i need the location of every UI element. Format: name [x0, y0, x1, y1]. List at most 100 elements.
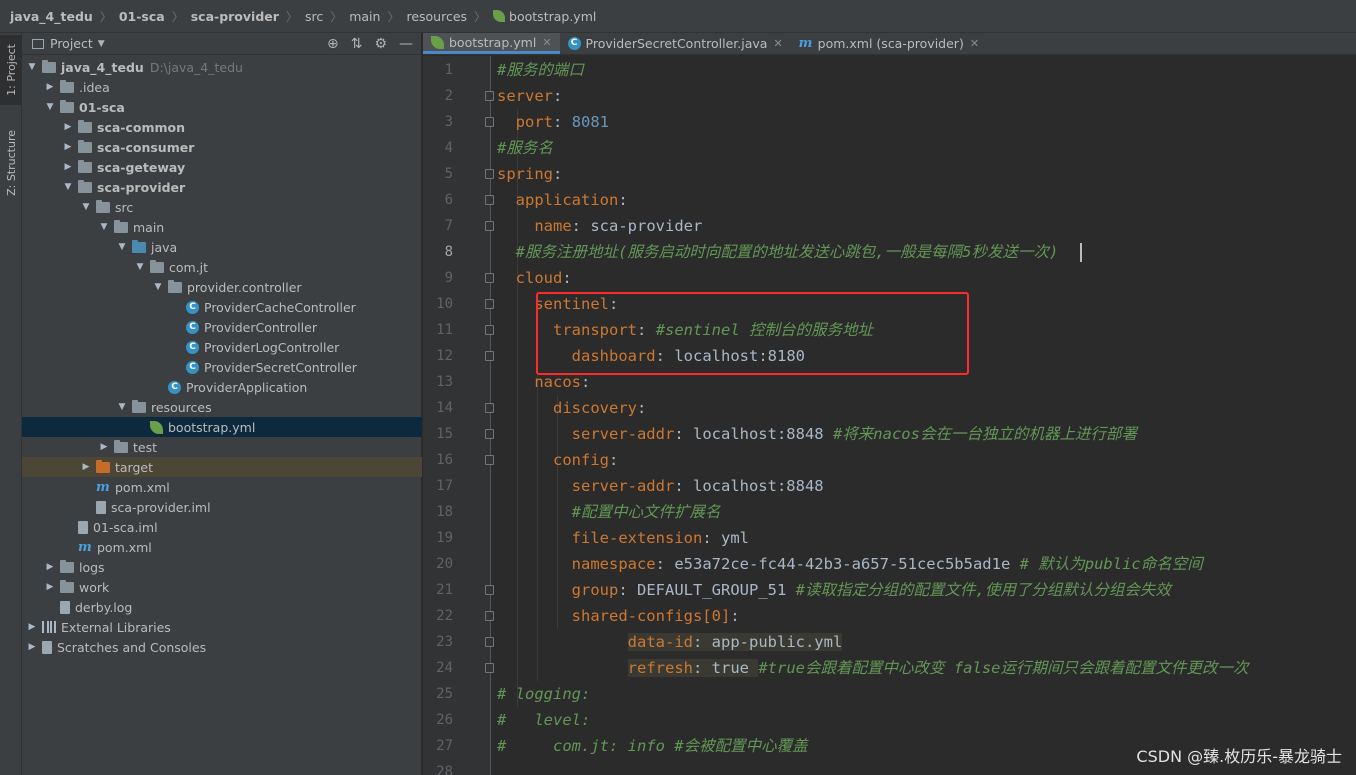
collapse-arrow-icon[interactable]: ▶: [62, 122, 74, 132]
locate-icon[interactable]: ⊕: [327, 36, 339, 52]
tree-row[interactable]: 01-sca.iml: [22, 517, 422, 537]
line-number: 8: [444, 244, 453, 260]
collapse-arrow-icon[interactable]: ▶: [62, 162, 74, 172]
fold-marker-icon[interactable]: [485, 117, 494, 127]
expand-arrow-icon[interactable]: ▼: [62, 182, 74, 192]
gear-icon[interactable]: ⚙: [374, 36, 387, 52]
tree-row[interactable]: ▼ src: [22, 197, 422, 217]
fold-marker-icon[interactable]: [485, 611, 494, 621]
tree-row[interactable]: m pom.xml: [22, 537, 422, 557]
structure-tool-tab[interactable]: Z: Structure: [0, 121, 22, 205]
close-icon[interactable]: ✕: [970, 37, 979, 50]
class-icon: C: [186, 320, 199, 334]
minimize-icon[interactable]: —: [399, 36, 413, 52]
tree-row[interactable]: ▶ test: [22, 437, 422, 457]
tree-item-label: sca-consumer: [97, 139, 195, 155]
fold-marker-icon[interactable]: [485, 195, 494, 205]
tree-row[interactable]: m pom.xml: [22, 477, 422, 497]
tree-row[interactable]: C ProviderController: [22, 317, 422, 337]
line-number: 10: [436, 296, 453, 312]
breadcrumb-label: main: [349, 8, 381, 24]
tree-row[interactable]: ▼ 01-sca: [22, 97, 422, 117]
breadcrumb-item[interactable]: 01-sca: [119, 9, 165, 24]
editor-tab[interactable]: bootstrap.yml ✕: [423, 33, 560, 54]
collapse-arrow-icon[interactable]: ▶: [44, 562, 56, 572]
tree-row[interactable]: ▶ sca-common: [22, 117, 422, 137]
tree-row[interactable]: ▼ java: [22, 237, 422, 257]
tree-item-label: java_4_tedu: [61, 59, 144, 75]
text-caret: [1080, 243, 1082, 262]
fold-marker-icon[interactable]: [485, 325, 494, 335]
module-folder-icon: [78, 119, 92, 133]
project-panel-title[interactable]: Project: [50, 36, 93, 51]
breadcrumb-item[interactable]: bootstrap.yml: [493, 9, 596, 24]
collapse-arrow-icon[interactable]: ▶: [26, 622, 38, 632]
tree-row[interactable]: ▶ sca-consumer: [22, 137, 422, 157]
expand-arrow-icon[interactable]: ▼: [116, 402, 128, 412]
tree-row[interactable]: ▼ java_4_tedu D:\java_4_tedu: [22, 57, 422, 77]
fold-marker-icon[interactable]: [485, 637, 494, 647]
fold-marker-icon[interactable]: [485, 585, 494, 595]
breadcrumb-label: bootstrap.yml: [509, 8, 597, 24]
breadcrumb-item[interactable]: java_4_tedu: [10, 9, 93, 24]
collapse-all-icon[interactable]: ⇅: [351, 36, 363, 52]
tree-row[interactable]: ▼ com.jt: [22, 257, 422, 277]
tree-row[interactable]: ▶ target: [22, 457, 422, 477]
expand-arrow-icon[interactable]: ▼: [44, 102, 56, 112]
tree-row[interactable]: ▶ .idea: [22, 77, 422, 97]
line-number: 7: [444, 218, 453, 234]
scratches-icon: [42, 640, 52, 654]
tree-row[interactable]: bootstrap.yml: [22, 417, 422, 437]
expand-arrow-icon[interactable]: ▼: [98, 222, 110, 232]
tree-row[interactable]: ▼ sca-provider: [22, 177, 422, 197]
tree-row[interactable]: C ProviderCacheController: [22, 297, 422, 317]
collapse-arrow-icon[interactable]: ▶: [98, 442, 110, 452]
collapse-arrow-icon[interactable]: ▶: [80, 462, 92, 472]
tree-item-label: sca-provider: [97, 179, 186, 195]
expand-arrow-icon[interactable]: ▼: [116, 242, 128, 252]
breadcrumb-item[interactable]: main: [349, 9, 380, 24]
breadcrumb-item[interactable]: resources: [406, 9, 467, 24]
fold-marker-icon[interactable]: [485, 429, 494, 439]
expand-arrow-icon[interactable]: ▼: [152, 282, 164, 292]
collapse-arrow-icon[interactable]: ▶: [44, 582, 56, 592]
fold-marker-icon[interactable]: [485, 663, 494, 673]
tree-row[interactable]: ▶ External Libraries: [22, 617, 422, 637]
fold-marker-icon[interactable]: [485, 455, 494, 465]
tree-row[interactable]: ▼ main: [22, 217, 422, 237]
collapse-arrow-icon[interactable]: ▶: [62, 142, 74, 152]
tree-row[interactable]: C ProviderSecretController: [22, 357, 422, 377]
collapse-arrow-icon[interactable]: ▶: [44, 82, 56, 92]
fold-marker-icon[interactable]: [485, 273, 494, 283]
tree-row[interactable]: ▶ sca-geteway: [22, 157, 422, 177]
fold-marker-icon[interactable]: [485, 221, 494, 231]
tree-row[interactable]: ▶ logs: [22, 557, 422, 577]
chevron-down-icon[interactable]: ▼: [98, 39, 105, 49]
tree-row[interactable]: C ProviderLogController: [22, 337, 422, 357]
editor-tab[interactable]: m pom.xml (sca-provider) ✕: [791, 33, 987, 54]
tree-row[interactable]: ▶ work: [22, 577, 422, 597]
fold-marker-icon[interactable]: [485, 403, 494, 413]
fold-marker-icon[interactable]: [485, 169, 494, 179]
expand-arrow-icon[interactable]: ▼: [134, 262, 146, 272]
close-icon[interactable]: ✕: [773, 37, 782, 50]
collapse-arrow-icon[interactable]: ▶: [26, 642, 38, 652]
line-number: 4: [444, 140, 453, 156]
tree-row[interactable]: ▶ Scratches and Consoles: [22, 637, 422, 657]
tree-row[interactable]: derby.log: [22, 597, 422, 617]
tree-row[interactable]: ▼ provider.controller: [22, 277, 422, 297]
close-icon[interactable]: ✕: [542, 36, 551, 49]
editor-tab[interactable]: C ProviderSecretController.java ✕: [560, 33, 791, 54]
project-tool-tab[interactable]: 1: Project: [0, 35, 22, 105]
fold-marker-icon[interactable]: [485, 299, 494, 309]
fold-marker-icon[interactable]: [485, 91, 494, 101]
code-editor[interactable]: 1 2 3 4 5 6 7 8 9 10 11 12 13 14 15 16 17 18 19 20 21 22 23 24 2…: [423, 56, 1356, 775]
expand-arrow-icon[interactable]: ▼: [80, 202, 92, 212]
tree-row[interactable]: C ProviderApplication: [22, 377, 422, 397]
tree-row[interactable]: sca-provider.iml: [22, 497, 422, 517]
expand-arrow-icon[interactable]: ▼: [26, 62, 38, 72]
fold-marker-icon[interactable]: [485, 351, 494, 361]
breadcrumb-item[interactable]: src: [305, 9, 323, 24]
tree-row[interactable]: ▼ resources: [22, 397, 422, 417]
breadcrumb-item[interactable]: sca-provider: [191, 9, 279, 24]
